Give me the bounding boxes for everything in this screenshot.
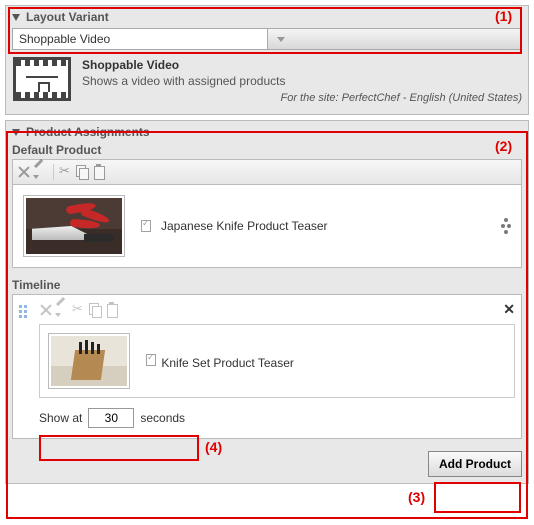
- reorder-handle[interactable]: [19, 301, 33, 318]
- chevron-down-icon: [274, 32, 516, 46]
- collapse-icon: [12, 14, 20, 21]
- show-at-prefix: Show at: [39, 411, 82, 425]
- default-product-card[interactable]: Japanese Knife Product Teaser: [12, 184, 522, 268]
- variant-site-label: For the site: PerfectChef - English (Uni…: [82, 92, 522, 104]
- show-at-suffix: seconds: [140, 411, 185, 425]
- variant-thumbnail: [12, 56, 72, 102]
- product-thumbnail: [23, 195, 125, 257]
- cut-icon[interactable]: [60, 165, 74, 179]
- product-assignments-panel: Product Assignments Default Product Japa…: [5, 120, 529, 484]
- dropdown-button[interactable]: [267, 29, 522, 49]
- show-at-row: Show at seconds: [39, 398, 515, 432]
- layout-variant-description: Shoppable Video Shows a video with assig…: [6, 56, 528, 114]
- layout-variant-header[interactable]: Layout Variant: [6, 6, 528, 28]
- product-assignments-title: Product Assignments: [26, 125, 150, 139]
- timeline-product-card[interactable]: Knife Set Product Teaser: [39, 324, 515, 398]
- drag-handle-icon[interactable]: [501, 218, 511, 234]
- paste-icon[interactable]: [92, 165, 106, 179]
- variant-subtitle: Shows a video with assigned products: [82, 72, 522, 92]
- timeline-item: ✕ Knife Set Product Teaser: [12, 294, 522, 439]
- edit-icon[interactable]: [33, 165, 47, 179]
- product-name: Japanese Knife Product Teaser: [161, 219, 328, 233]
- layout-variant-select[interactable]: Shoppable Video: [12, 28, 522, 50]
- teaser-icon: [139, 219, 153, 233]
- copy-icon[interactable]: [76, 165, 90, 179]
- product-assignments-header[interactable]: Product Assignments: [6, 121, 528, 143]
- layout-variant-value: Shoppable Video: [13, 32, 267, 46]
- layout-variant-panel: Layout Variant Shoppable Video Shoppable…: [5, 5, 529, 115]
- annotation-label-3: (3): [408, 489, 425, 505]
- default-product-label: Default Product: [6, 143, 528, 159]
- add-product-button[interactable]: Add Product: [428, 451, 522, 477]
- timeline-toolbar: ✕: [39, 301, 515, 324]
- teaser-icon: [144, 353, 158, 367]
- cut-icon[interactable]: [73, 303, 87, 317]
- product-thumbnail: [48, 333, 130, 389]
- copy-icon[interactable]: [89, 303, 103, 317]
- timeline-label: Timeline: [6, 278, 528, 294]
- show-at-input[interactable]: [88, 408, 134, 428]
- collapse-icon: [12, 129, 20, 136]
- delete-icon[interactable]: [39, 303, 53, 317]
- layout-variant-title: Layout Variant: [26, 10, 109, 24]
- product-name: Knife Set Product Teaser: [161, 356, 294, 370]
- paste-icon[interactable]: [105, 303, 119, 317]
- delete-icon[interactable]: [17, 165, 31, 179]
- variant-title: Shoppable Video: [82, 56, 522, 72]
- video-icon: [13, 57, 71, 101]
- annotation-box-3: [434, 482, 521, 513]
- separator: [53, 164, 54, 180]
- edit-icon[interactable]: [55, 303, 69, 317]
- close-icon[interactable]: ✕: [503, 301, 515, 318]
- default-toolbar: [12, 159, 522, 184]
